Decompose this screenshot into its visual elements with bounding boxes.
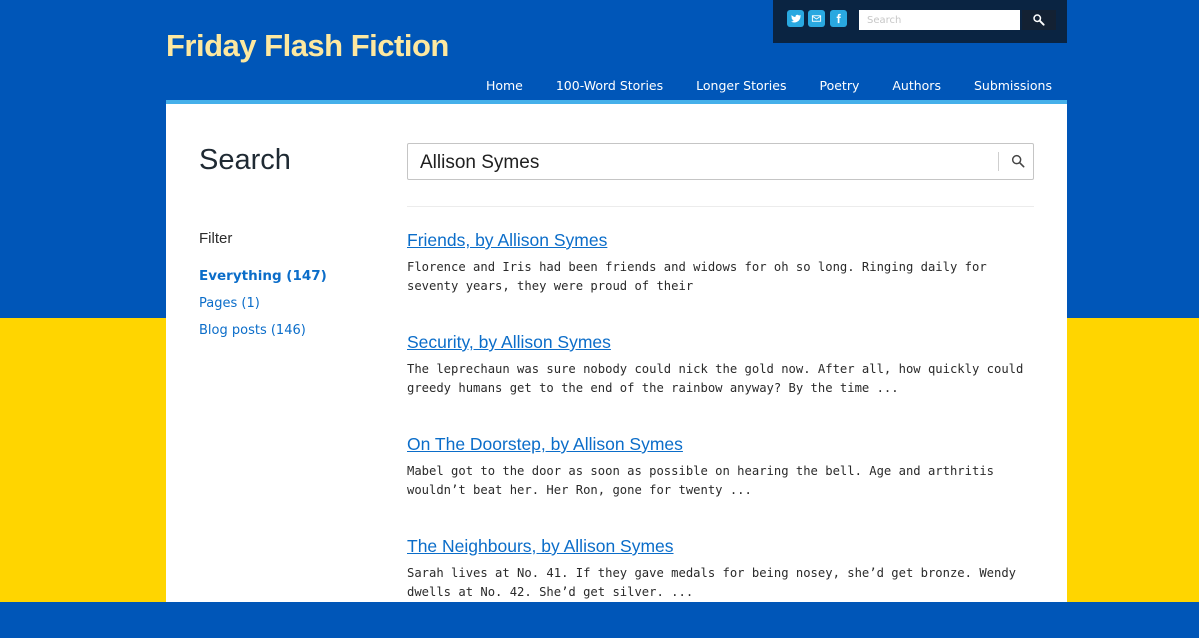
twitter-icon[interactable] bbox=[787, 10, 804, 27]
search-box bbox=[407, 143, 1034, 181]
result-title-link[interactable]: The Neighbours, by Allison Symes bbox=[407, 536, 1034, 556]
result-excerpt: Mabel got to the door as soon as possibl… bbox=[407, 464, 994, 497]
site-title[interactable]: Friday Flash Fiction bbox=[166, 28, 449, 64]
result-title-link[interactable]: Security, by Allison Symes bbox=[407, 332, 1034, 352]
filter-link-everything[interactable]: Everything (147) bbox=[199, 268, 327, 284]
facebook-icon[interactable] bbox=[830, 10, 847, 27]
filter-item-everything: Everything (147) bbox=[199, 265, 327, 292]
search-results: Friends, by Allison Symes Florence and I… bbox=[407, 230, 1034, 638]
content-panel: Search Filter Everything (147) Pages (1)… bbox=[166, 100, 1067, 602]
nav-poetry[interactable]: Poetry bbox=[819, 78, 859, 93]
main-navigation: Home 100-Word Stories Longer Stories Poe… bbox=[453, 78, 1052, 93]
filter-item-blog-posts: Blog posts (146) bbox=[199, 319, 327, 346]
result-item: Friends, by Allison Symes Florence and I… bbox=[407, 230, 1034, 332]
filter-link-pages[interactable]: Pages (1) bbox=[199, 296, 260, 311]
search-divider bbox=[998, 152, 999, 171]
result-item: The Neighbours, by Allison Symes Sarah l… bbox=[407, 536, 1034, 638]
result-title-link[interactable]: Friends, by Allison Symes bbox=[407, 230, 1034, 250]
search-input[interactable] bbox=[418, 144, 992, 181]
email-icon[interactable] bbox=[808, 10, 825, 27]
filter-label: Filter bbox=[199, 230, 233, 247]
top-utility-bar bbox=[773, 0, 1067, 43]
filter-link-blog-posts[interactable]: Blog posts (146) bbox=[199, 323, 306, 338]
nav-home[interactable]: Home bbox=[486, 78, 523, 93]
filter-item-pages: Pages (1) bbox=[199, 292, 327, 319]
header-search-button[interactable] bbox=[1022, 10, 1056, 30]
nav-longer-stories[interactable]: Longer Stories bbox=[696, 78, 786, 93]
search-icon bbox=[1033, 14, 1045, 26]
result-item: Security, by Allison Symes The leprechau… bbox=[407, 332, 1034, 434]
result-excerpt: The leprechaun was sure nobody could nic… bbox=[407, 362, 1024, 395]
result-excerpt: Florence and Iris had been friends and w… bbox=[407, 260, 987, 293]
nav-100-word-stories[interactable]: 100-Word Stories bbox=[556, 78, 663, 93]
divider bbox=[407, 206, 1034, 207]
nav-authors[interactable]: Authors bbox=[892, 78, 941, 93]
page-title: Search bbox=[199, 144, 291, 176]
result-title-link[interactable]: On The Doorstep, by Allison Symes bbox=[407, 434, 1034, 454]
search-button[interactable] bbox=[1008, 151, 1028, 171]
result-item: On The Doorstep, by Allison Symes Mabel … bbox=[407, 434, 1034, 536]
header-search-input[interactable] bbox=[859, 10, 1020, 30]
filter-list: Everything (147) Pages (1) Blog posts (1… bbox=[199, 265, 327, 346]
nav-submissions[interactable]: Submissions bbox=[974, 78, 1052, 93]
search-icon bbox=[1011, 154, 1025, 168]
result-excerpt: Sarah lives at No. 41. If they gave meda… bbox=[407, 566, 1017, 599]
